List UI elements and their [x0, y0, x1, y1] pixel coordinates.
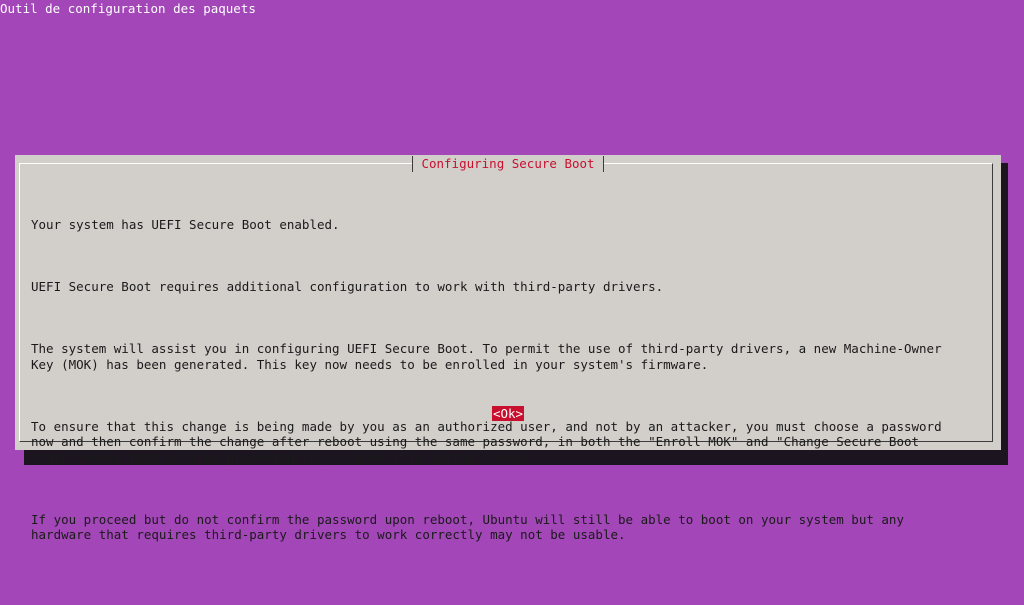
message-paragraph: If you proceed but do not confirm the pa…	[31, 511, 904, 543]
message-paragraph: The system will assist you in configurin…	[31, 341, 942, 372]
button-row: <Ok>	[15, 403, 1001, 422]
terminal-screen: Outil de configuration des paquets Confi…	[0, 0, 1024, 605]
dialog-message: Your system has UEFI Secure Boot enabled…	[31, 186, 981, 589]
message-paragraph: UEFI Secure Boot requires additional con…	[31, 279, 664, 294]
ok-button[interactable]: <Ok>	[491, 406, 525, 421]
backtitle: Outil de configuration des paquets	[0, 1, 256, 16]
message-paragraph: Your system has UEFI Secure Boot enabled…	[31, 217, 340, 232]
secure-boot-dialog: Configuring Secure Boot Your system has …	[15, 155, 1001, 542]
dialog-title-bar: Configuring Secure Boot	[15, 155, 1001, 172]
dialog-title: Configuring Secure Boot	[412, 156, 604, 172]
message-paragraph: To ensure that this change is being made…	[31, 418, 942, 465]
